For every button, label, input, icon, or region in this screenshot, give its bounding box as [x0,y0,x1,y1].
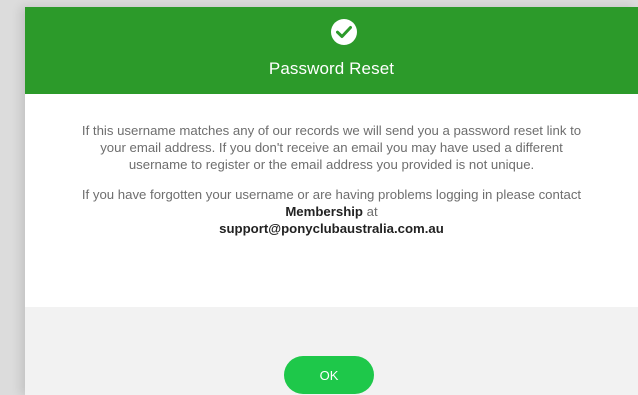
reset-info-text: If this username matches any of our reco… [81,123,582,172]
password-reset-dialog: Password Reset If this username matches … [25,7,638,395]
check-circle-icon [331,19,357,45]
support-email: support@ponyclubaustralia.com.au [219,221,444,236]
checkmark-icon [336,26,352,38]
membership-contact: Membership [285,204,363,219]
dialog-title: Password Reset [268,59,395,78]
dialog-footer: OK [25,307,638,395]
ok-button[interactable]: OK [284,356,374,394]
dialog-header: Password Reset [25,7,638,94]
dialog-body: If this username matches any of our reco… [25,94,638,237]
help-text-prefix: If you have forgotten your username or a… [81,187,582,202]
help-text: If you have forgotten your username or a… [65,186,598,237]
help-text-at: at [363,204,378,219]
